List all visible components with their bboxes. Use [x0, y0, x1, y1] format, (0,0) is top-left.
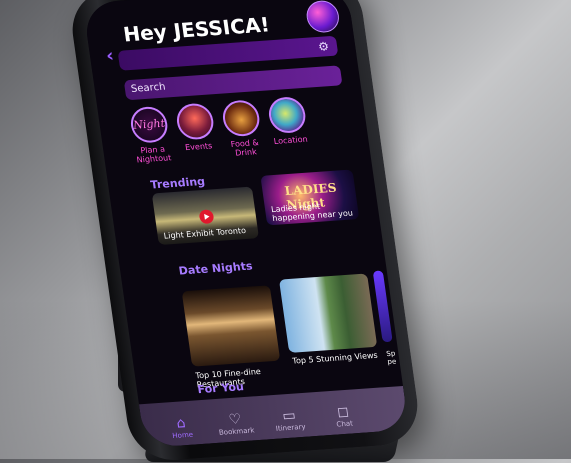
- date-night-card-fine-dine[interactable]: [181, 285, 281, 367]
- food-drink-photo-icon: [220, 99, 262, 138]
- nav-bookmark[interactable]: ♡ Bookmark: [209, 410, 262, 437]
- location-photo-icon: [266, 95, 308, 135]
- profile-avatar[interactable]: [304, 0, 342, 34]
- section-title-date-nights: Date Nights: [177, 259, 254, 278]
- category-location[interactable]: Location: [260, 95, 317, 146]
- date-night-card-stunning-views[interactable]: [278, 273, 378, 353]
- chat-bubble-icon: ◻: [336, 403, 350, 421]
- nav-itinerary[interactable]: ▭ Itinerary: [263, 406, 316, 433]
- category-label: Location: [273, 134, 309, 146]
- nav-label: Home: [171, 430, 194, 441]
- category-label: Plan a Nightout: [136, 144, 172, 165]
- night-neon-icon: Night: [128, 105, 170, 144]
- date-night-caption: Top 5 Stunning Views: [291, 350, 379, 366]
- nav-home[interactable]: ⌂ Home: [155, 414, 208, 441]
- nav-chat[interactable]: ◻ Chat: [317, 402, 370, 429]
- category-label: Events: [184, 141, 213, 153]
- section-title-trending: Trending: [149, 174, 206, 192]
- sliders-icon[interactable]: ⚙: [317, 39, 330, 54]
- night-neon-text: Night: [132, 116, 166, 132]
- section-title-for-you: For You: [196, 380, 245, 397]
- clipboard-icon: ▭: [281, 407, 297, 425]
- play-icon[interactable]: [198, 209, 215, 225]
- nav-label: Chat: [335, 419, 354, 429]
- category-row: Night Plan a Nightout Events Food & Drin…: [122, 93, 362, 180]
- date-night-caption: Sp pe: [385, 349, 397, 366]
- category-label: Food & Drink: [230, 138, 260, 158]
- nav-label: Bookmark: [218, 426, 256, 437]
- card-caption: Light Exhibit Toronto: [163, 225, 247, 241]
- events-photo-icon: [174, 102, 216, 141]
- home-icon: ⌂: [175, 415, 187, 432]
- trending-card-ladies-night[interactable]: LADIES Night Ladies night happening near…: [260, 169, 360, 226]
- trending-card-light-exhibit[interactable]: Light Exhibit Toronto: [151, 186, 259, 246]
- card-caption: Ladies night happening near you: [270, 201, 354, 224]
- nav-label: Itinerary: [275, 422, 307, 433]
